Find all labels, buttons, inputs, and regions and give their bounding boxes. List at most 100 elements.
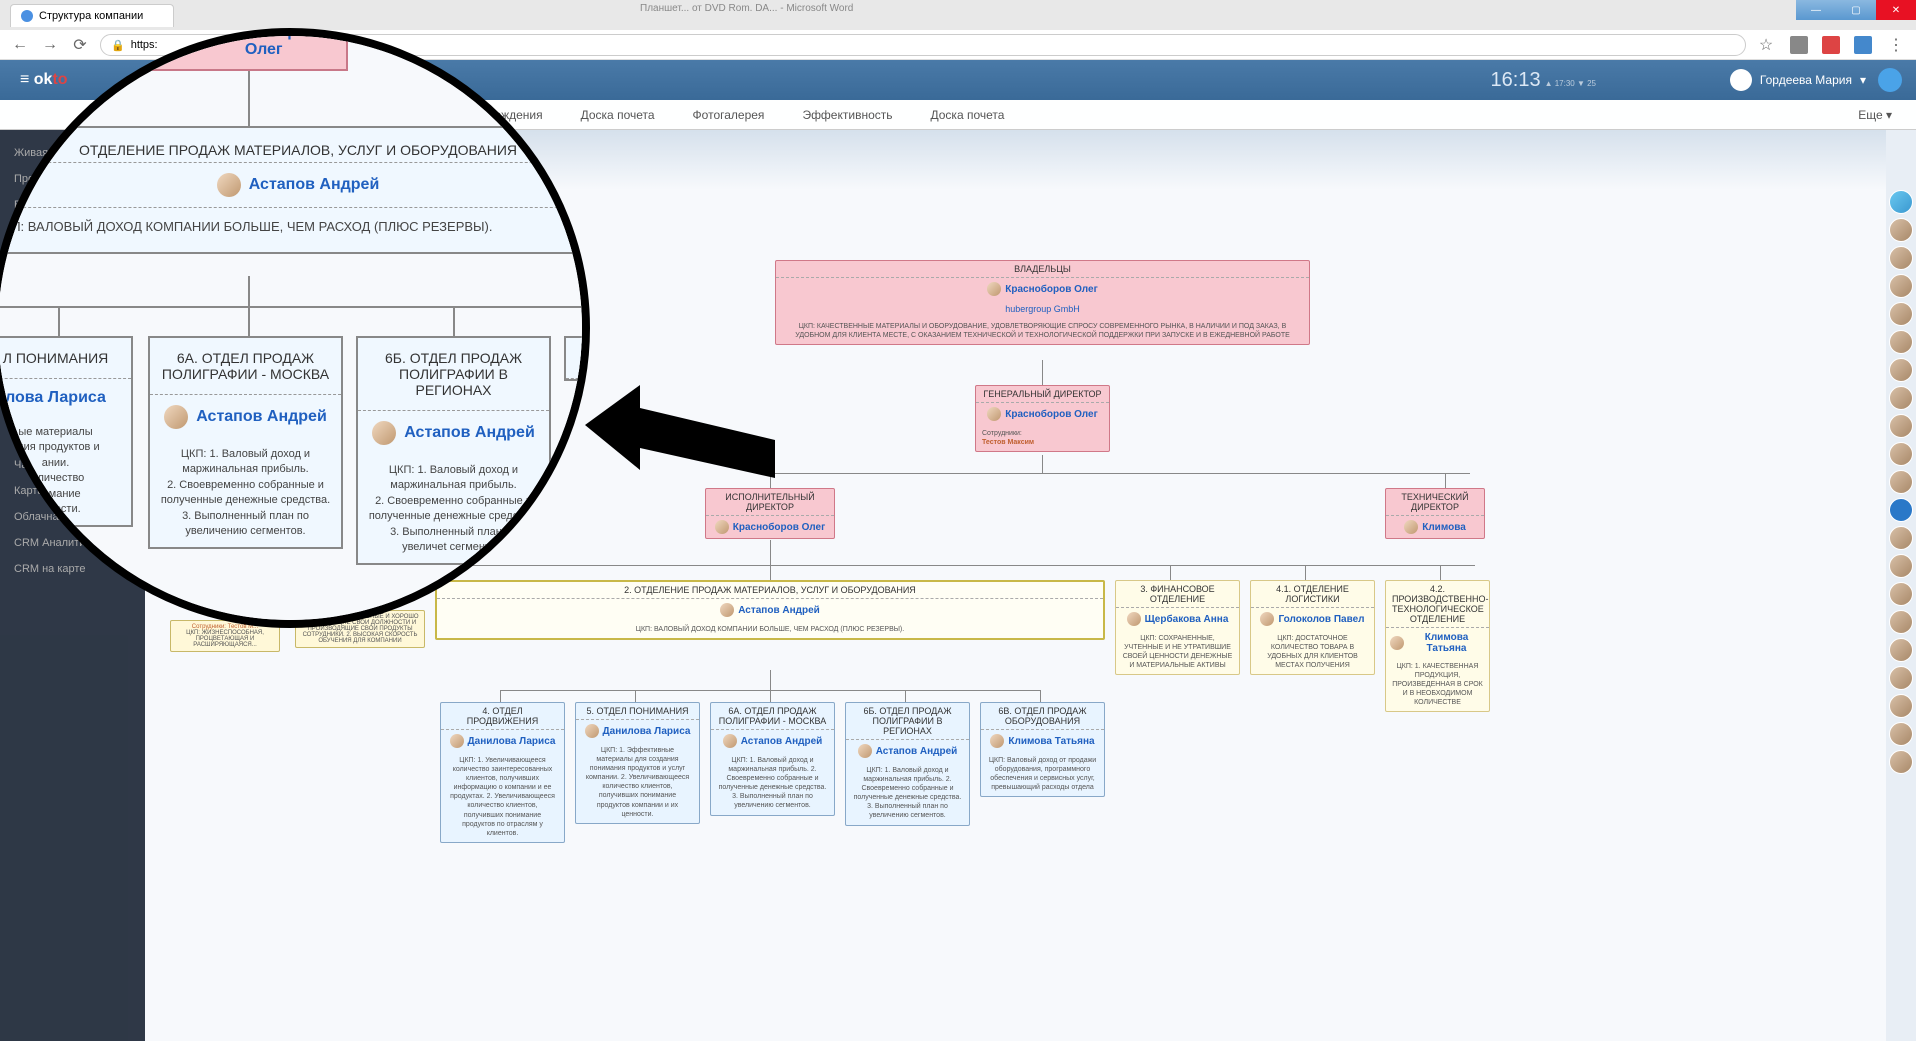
node-person[interactable]: Данилова Лариса — [441, 730, 564, 752]
node-title: ВЛАДЕЛЬЦЫ — [776, 261, 1309, 278]
rail-avatar[interactable] — [1889, 666, 1913, 690]
avatar-icon — [858, 744, 872, 758]
mag-box-6a: 6А. ОТДЕЛ ПРОДАЖ ПОЛИГРАФИИ - МОСКВА Аст… — [148, 336, 343, 549]
node-employees: Сотрудники:Тестов Максим — [976, 425, 1109, 451]
person-name: Астапов Андрей — [196, 408, 327, 426]
node-title: 6В. ОТДЕЛ ПРОДАЖ ОБОРУДОВАНИЯ — [981, 703, 1104, 730]
user-menu[interactable]: Гордеева Мария ▾ — [1730, 69, 1866, 91]
node-person[interactable]: Щербакова Анна — [1116, 608, 1239, 630]
rail-avatar[interactable] — [1889, 358, 1913, 382]
node-person[interactable]: Астапов Андрей — [711, 730, 834, 752]
node-goal: ЦКП: 1. Валовый доход и маржинальная при… — [846, 762, 969, 825]
node-person[interactable]: Голоколов Павел — [1251, 608, 1374, 630]
rail-avatar[interactable] — [1889, 414, 1913, 438]
node-title: ТЕХНИЧЕСКИЙ ДИРЕКТОР — [1386, 489, 1484, 516]
box-title: 6Б. ОТДЕЛ ПРОДАЖ ПОЛИГРАФИИ В РЕГИОНАХ — [358, 338, 549, 411]
node-title: 6Б. ОТДЕЛ ПРОДАЖ ПОЛИГРАФИИ В РЕГИОНАХ — [846, 703, 969, 740]
node-goal: ЦКП: СОХРАНЕННЫЕ, УЧТЕННЫЕ И НЕ УТРАТИВШ… — [1116, 630, 1239, 674]
avatar-icon — [987, 282, 1001, 296]
node-gendir[interactable]: ГЕНЕРАЛЬНЫЙ ДИРЕКТОР Красноборов Олег Со… — [975, 385, 1110, 452]
node-goal: ЦКП: ВАЛОВЫЙ ДОХОД КОМПАНИИ БОЛЬШЕ, ЧЕМ … — [437, 621, 1103, 638]
node-person[interactable]: Красноборов Олег — [706, 516, 834, 538]
rail-avatar[interactable] — [1889, 526, 1913, 550]
node-person[interactable]: Климова Татьяна — [981, 730, 1104, 752]
person-name: лова Лариса — [5, 389, 106, 407]
box-goal: ЦКП: 1. Валовый доход и маржинальная при… — [150, 439, 341, 547]
person-name: Астапов Андрей — [249, 176, 380, 194]
box-goal: ые материалы ания продуктов и ании. коли… — [0, 417, 131, 525]
window-maximize[interactable]: ▢ — [1836, 0, 1876, 20]
window-close[interactable]: ✕ — [1876, 0, 1916, 20]
node-sub6b[interactable]: 6Б. ОТДЕЛ ПРОДАЖ ПОЛИГРАФИИ В РЕГИОНАХ А… — [845, 702, 970, 826]
mag-box-understand: Л ПОНИМАНИЯ лова Лариса ые материалы ани… — [0, 336, 133, 527]
node-person[interactable]: Красноборов Олег — [976, 403, 1109, 425]
rail-avatar[interactable] — [1889, 190, 1913, 214]
rail-avatar[interactable] — [1889, 582, 1913, 606]
node-owners[interactable]: ВЛАДЕЛЬЦЫ Красноборов Олег hubergroup Gm… — [775, 260, 1310, 345]
avatar-icon — [164, 405, 188, 429]
nav-gallery[interactable]: Фотогалерея — [689, 102, 769, 128]
menu-icon[interactable]: ⋮ — [1886, 35, 1906, 55]
rail-avatar[interactable] — [1889, 246, 1913, 270]
person-name: Астапов Андрей — [404, 424, 535, 442]
nav-honors[interactable]: Доска почета — [577, 102, 659, 128]
extension-icon-2[interactable] — [1822, 36, 1840, 54]
rail-avatar[interactable] — [1889, 302, 1913, 326]
node-goal: ЦКП: КАЧЕСТВЕННЫЕ МАТЕРИАЛЫ И ОБОРУДОВАН… — [776, 318, 1309, 344]
rail-avatar[interactable] — [1889, 722, 1913, 746]
nav-more[interactable]: Еще ▾ — [1854, 102, 1896, 128]
magnifier-overlay: Красноборов Олег ОТДЕЛЕНИЕ ПРОДАЖ МАТЕРИ… — [0, 28, 590, 628]
mag-dept-node: ОТДЕЛЕНИЕ ПРОДАЖ МАТЕРИАЛОВ, УСЛУГ И ОБО… — [0, 126, 590, 254]
node-sub4[interactable]: 4. ОТДЕЛ ПРОДВИЖЕНИЯ Данилова Лариса ЦКП… — [440, 702, 565, 843]
rail-avatar[interactable] — [1889, 218, 1913, 242]
node-title: 3. ФИНАНСОВОЕ ОТДЕЛЕНИЕ — [1116, 581, 1239, 608]
avatar-icon — [1390, 636, 1404, 650]
rail-avatar[interactable] — [1889, 274, 1913, 298]
chevron-down-icon: ▾ — [1860, 73, 1866, 87]
nav-honors2[interactable]: Доска почета — [927, 102, 1009, 128]
node-person[interactable]: Астапов Андрей — [846, 740, 969, 762]
help-icon[interactable] — [1878, 68, 1902, 92]
extension-icon-3[interactable] — [1854, 36, 1872, 54]
box-title: 6А. ОТДЕЛ ПРОДАЖ ПОЛИГРАФИИ - МОСКВА — [150, 338, 341, 395]
node-sub6v[interactable]: 6В. ОТДЕЛ ПРОДАЖ ОБОРУДОВАНИЯ Климова Та… — [980, 702, 1105, 797]
node-title: 6А. ОТДЕЛ ПРОДАЖ ПОЛИГРАФИИ - МОСКВА — [711, 703, 834, 730]
node-sub6a[interactable]: 6А. ОТДЕЛ ПРОДАЖ ПОЛИГРАФИИ - МОСКВА Аст… — [710, 702, 835, 816]
node-goal: ЦКП: 1. Эффективные материалы для создан… — [576, 742, 699, 823]
node-person[interactable]: Красноборов Олег — [776, 278, 1309, 300]
avatar-icon — [450, 734, 464, 748]
user-avatar — [1730, 69, 1752, 91]
avatar-icon — [987, 407, 1001, 421]
window-minimize[interactable]: — — [1796, 0, 1836, 20]
extension-icon[interactable] — [1790, 36, 1808, 54]
rail-avatar[interactable] — [1889, 386, 1913, 410]
browser-tab[interactable]: Структура компании — [10, 4, 174, 27]
mag-box-partial — [564, 336, 590, 381]
node-techdir[interactable]: ТЕХНИЧЕСКИЙ ДИРЕКТОР Климова — [1385, 488, 1485, 539]
rail-avatar[interactable] — [1889, 750, 1913, 774]
avatar-icon — [715, 520, 729, 534]
node-dept42[interactable]: 4.2. ПРОИЗВОДСТВЕННО-ТЕХНОЛОГИЧЕСКОЕ ОТД… — [1385, 580, 1490, 712]
user-name: Гордеева Мария — [1760, 73, 1852, 87]
node-title: 5. ОТДЕЛ ПОНИМАНИЯ — [576, 703, 699, 720]
rail-avatar[interactable] — [1889, 330, 1913, 354]
rail-avatar[interactable] — [1889, 442, 1913, 466]
node-person[interactable]: Климова Татьяна — [1386, 628, 1489, 658]
rail-avatar[interactable] — [1889, 498, 1913, 522]
node-dept3[interactable]: 3. ФИНАНСОВОЕ ОТДЕЛЕНИЕ Щербакова Анна Ц… — [1115, 580, 1240, 675]
rail-avatar[interactable] — [1889, 554, 1913, 578]
node-sub5[interactable]: 5. ОТДЕЛ ПОНИМАНИЯ Данилова Лариса ЦКП: … — [575, 702, 700, 824]
rail-avatar[interactable] — [1889, 638, 1913, 662]
rail-avatar[interactable] — [1889, 610, 1913, 634]
star-icon[interactable]: ☆ — [1756, 35, 1776, 55]
avatar-rail — [1886, 170, 1916, 1041]
avatar-icon — [217, 173, 241, 197]
rail-avatar[interactable] — [1889, 694, 1913, 718]
nav-efficiency[interactable]: Эффективность — [798, 102, 896, 128]
rail-avatar[interactable] — [1889, 470, 1913, 494]
node-goal: ЦКП: 1. КАЧЕСТВЕННАЯ ПРОДУКЦИЯ, ПРОИЗВЕД… — [1386, 658, 1489, 711]
node-dept41[interactable]: 4.1. ОТДЕЛЕНИЕ ЛОГИСТИКИ Голоколов Павел… — [1250, 580, 1375, 675]
node-person[interactable]: Климова — [1386, 516, 1484, 538]
node-person[interactable]: Данилова Лариса — [576, 720, 699, 742]
avatar-icon — [585, 724, 599, 738]
